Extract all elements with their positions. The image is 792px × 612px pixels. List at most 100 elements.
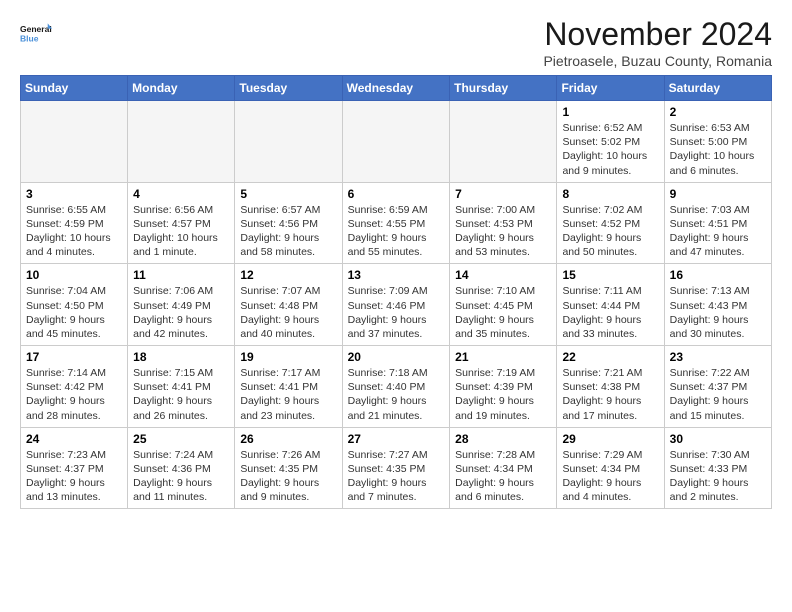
table-cell: 21 Sunrise: 7:19 AM Sunset: 4:39 PM Dayli… — [450, 346, 557, 428]
day-info: Sunrise: 7:07 AM Sunset: 4:48 PM Dayligh… — [240, 284, 336, 341]
col-saturday: Saturday — [664, 76, 771, 101]
day-number: 24 — [26, 432, 122, 446]
week-row-2: 10 Sunrise: 7:04 AM Sunset: 4:50 PM Dayli… — [21, 264, 772, 346]
week-row-4: 24 Sunrise: 7:23 AM Sunset: 4:37 PM Dayli… — [21, 427, 772, 509]
day-number: 15 — [562, 268, 658, 282]
table-cell: 30 Sunrise: 7:30 AM Sunset: 4:33 PM Dayli… — [664, 427, 771, 509]
day-info: Sunrise: 7:23 AM Sunset: 4:37 PM Dayligh… — [26, 448, 122, 505]
day-info: Sunrise: 7:22 AM Sunset: 4:37 PM Dayligh… — [670, 366, 766, 423]
week-row-1: 3 Sunrise: 6:55 AM Sunset: 4:59 PM Daylig… — [21, 182, 772, 264]
calendar: Sunday Monday Tuesday Wednesday Thursday… — [20, 75, 772, 509]
day-number: 11 — [133, 268, 229, 282]
table-cell — [342, 101, 450, 183]
day-number: 13 — [348, 268, 445, 282]
col-thursday: Thursday — [450, 76, 557, 101]
day-number: 5 — [240, 187, 336, 201]
table-cell: 9 Sunrise: 7:03 AM Sunset: 4:51 PM Daylig… — [664, 182, 771, 264]
day-number: 1 — [562, 105, 658, 119]
col-wednesday: Wednesday — [342, 76, 450, 101]
day-info: Sunrise: 7:19 AM Sunset: 4:39 PM Dayligh… — [455, 366, 551, 423]
day-info: Sunrise: 7:14 AM Sunset: 4:42 PM Dayligh… — [26, 366, 122, 423]
day-number: 23 — [670, 350, 766, 364]
table-cell: 10 Sunrise: 7:04 AM Sunset: 4:50 PM Dayli… — [21, 264, 128, 346]
day-number: 17 — [26, 350, 122, 364]
day-info: Sunrise: 7:06 AM Sunset: 4:49 PM Dayligh… — [133, 284, 229, 341]
day-number: 21 — [455, 350, 551, 364]
day-number: 2 — [670, 105, 766, 119]
table-cell: 18Sunrise: 7:15 AM Sunset: 4:41 PM Dayli… — [128, 346, 235, 428]
table-cell: 28 Sunrise: 7:28 AM Sunset: 4:34 PM Dayli… — [450, 427, 557, 509]
col-friday: Friday — [557, 76, 664, 101]
day-info: Sunrise: 7:11 AM Sunset: 4:44 PM Dayligh… — [562, 284, 658, 341]
header-row: Sunday Monday Tuesday Wednesday Thursday… — [21, 76, 772, 101]
table-cell: 27 Sunrise: 7:27 AM Sunset: 4:35 PM Dayli… — [342, 427, 450, 509]
day-number: 28 — [455, 432, 551, 446]
day-number: 16 — [670, 268, 766, 282]
month-title: November 2024 — [543, 16, 772, 53]
week-row-0: 1 Sunrise: 6:52 AM Sunset: 5:02 PM Daylig… — [21, 101, 772, 183]
day-info: Sunrise: 7:24 AM Sunset: 4:36 PM Dayligh… — [133, 448, 229, 505]
day-info: Sunrise: 7:28 AM Sunset: 4:34 PM Dayligh… — [455, 448, 551, 505]
day-info: Sunrise: 7:30 AM Sunset: 4:33 PM Dayligh… — [670, 448, 766, 505]
day-number: 7 — [455, 187, 551, 201]
title-block: November 2024 Pietroasele, Buzau County,… — [543, 16, 772, 69]
table-cell: 4Sunrise: 6:56 AM Sunset: 4:57 PM Daylig… — [128, 182, 235, 264]
location: Pietroasele, Buzau County, Romania — [543, 53, 772, 69]
day-info: Sunrise: 7:27 AM Sunset: 4:35 PM Dayligh… — [348, 448, 445, 505]
col-tuesday: Tuesday — [235, 76, 342, 101]
day-number: 9 — [670, 187, 766, 201]
table-cell: 3 Sunrise: 6:55 AM Sunset: 4:59 PM Daylig… — [21, 182, 128, 264]
table-cell: 5Sunrise: 6:57 AM Sunset: 4:56 PM Daylig… — [235, 182, 342, 264]
header: General Blue November 2024 Pietroasele, … — [20, 16, 772, 69]
page: General Blue November 2024 Pietroasele, … — [0, 0, 792, 519]
table-cell: 22Sunrise: 7:21 AM Sunset: 4:38 PM Dayli… — [557, 346, 664, 428]
day-info: Sunrise: 7:09 AM Sunset: 4:46 PM Dayligh… — [348, 284, 445, 341]
table-cell: 13 Sunrise: 7:09 AM Sunset: 4:46 PM Dayli… — [342, 264, 450, 346]
day-number: 27 — [348, 432, 445, 446]
day-number: 18 — [133, 350, 229, 364]
table-cell: 29Sunrise: 7:29 AM Sunset: 4:34 PM Dayli… — [557, 427, 664, 509]
day-number: 6 — [348, 187, 445, 201]
logo-svg: General Blue — [20, 16, 52, 52]
table-cell: 2 Sunrise: 6:53 AM Sunset: 5:00 PM Daylig… — [664, 101, 771, 183]
day-info: Sunrise: 7:10 AM Sunset: 4:45 PM Dayligh… — [455, 284, 551, 341]
day-info: Sunrise: 6:55 AM Sunset: 4:59 PM Dayligh… — [26, 203, 122, 260]
table-cell: 25 Sunrise: 7:24 AM Sunset: 4:36 PM Dayli… — [128, 427, 235, 509]
table-cell: 6 Sunrise: 6:59 AM Sunset: 4:55 PM Daylig… — [342, 182, 450, 264]
day-info: Sunrise: 6:59 AM Sunset: 4:55 PM Dayligh… — [348, 203, 445, 260]
week-row-3: 17 Sunrise: 7:14 AM Sunset: 4:42 PM Dayli… — [21, 346, 772, 428]
day-info: Sunrise: 7:02 AM Sunset: 4:52 PM Dayligh… — [562, 203, 658, 260]
table-cell: 26 Sunrise: 7:26 AM Sunset: 4:35 PM Dayli… — [235, 427, 342, 509]
day-info: Sunrise: 7:29 AM Sunset: 4:34 PM Dayligh… — [562, 448, 658, 505]
day-info: Sunrise: 7:26 AM Sunset: 4:35 PM Dayligh… — [240, 448, 336, 505]
day-number: 26 — [240, 432, 336, 446]
day-info: Sunrise: 7:18 AM Sunset: 4:40 PM Dayligh… — [348, 366, 445, 423]
table-cell: 12 Sunrise: 7:07 AM Sunset: 4:48 PM Dayli… — [235, 264, 342, 346]
day-number: 3 — [26, 187, 122, 201]
day-info: Sunrise: 6:52 AM Sunset: 5:02 PM Dayligh… — [562, 121, 658, 178]
day-number: 8 — [562, 187, 658, 201]
day-number: 25 — [133, 432, 229, 446]
col-sunday: Sunday — [21, 76, 128, 101]
svg-text:Blue: Blue — [20, 33, 39, 43]
day-info: Sunrise: 7:04 AM Sunset: 4:50 PM Dayligh… — [26, 284, 122, 341]
day-info: Sunrise: 7:03 AM Sunset: 4:51 PM Dayligh… — [670, 203, 766, 260]
table-cell: 19 Sunrise: 7:17 AM Sunset: 4:41 PM Dayli… — [235, 346, 342, 428]
table-cell: 17 Sunrise: 7:14 AM Sunset: 4:42 PM Dayli… — [21, 346, 128, 428]
table-cell: 7 Sunrise: 7:00 AM Sunset: 4:53 PM Daylig… — [450, 182, 557, 264]
day-info: Sunrise: 6:53 AM Sunset: 5:00 PM Dayligh… — [670, 121, 766, 178]
day-info: Sunrise: 7:00 AM Sunset: 4:53 PM Dayligh… — [455, 203, 551, 260]
table-cell: 1 Sunrise: 6:52 AM Sunset: 5:02 PM Daylig… — [557, 101, 664, 183]
day-number: 12 — [240, 268, 336, 282]
table-cell: 20Sunrise: 7:18 AM Sunset: 4:40 PM Dayli… — [342, 346, 450, 428]
table-cell: 24 Sunrise: 7:23 AM Sunset: 4:37 PM Dayli… — [21, 427, 128, 509]
table-cell: 16Sunrise: 7:13 AM Sunset: 4:43 PM Dayli… — [664, 264, 771, 346]
day-number: 14 — [455, 268, 551, 282]
day-info: Sunrise: 6:56 AM Sunset: 4:57 PM Dayligh… — [133, 203, 229, 260]
day-number: 30 — [670, 432, 766, 446]
day-number: 19 — [240, 350, 336, 364]
day-number: 10 — [26, 268, 122, 282]
day-info: Sunrise: 7:17 AM Sunset: 4:41 PM Dayligh… — [240, 366, 336, 423]
table-cell — [235, 101, 342, 183]
day-info: Sunrise: 7:21 AM Sunset: 4:38 PM Dayligh… — [562, 366, 658, 423]
